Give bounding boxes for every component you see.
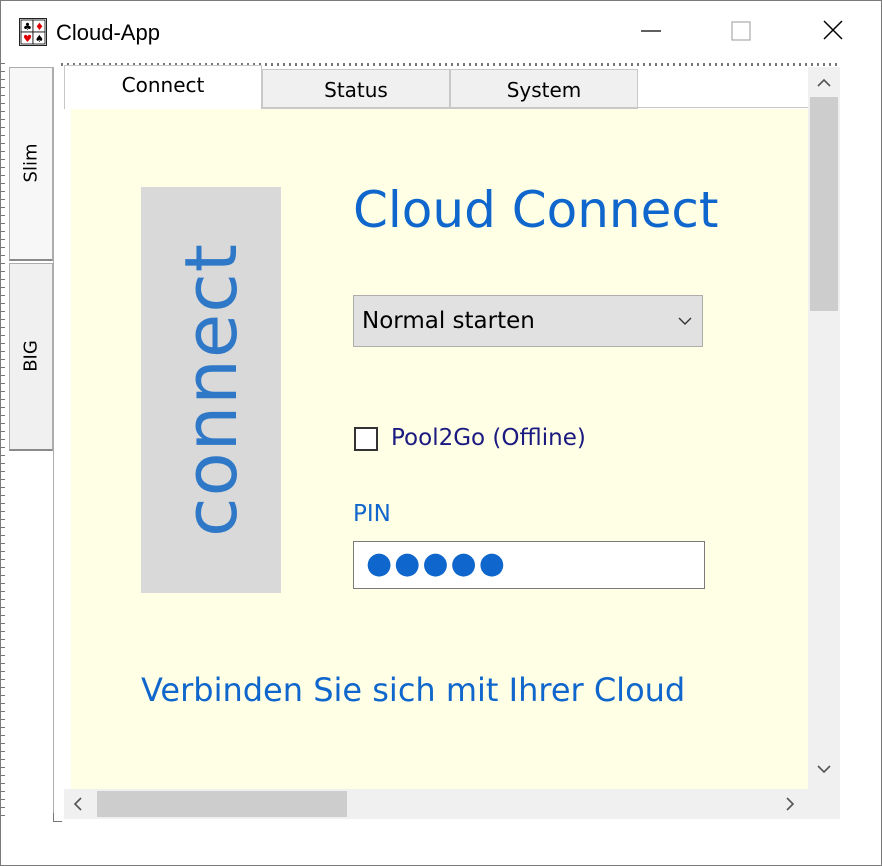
scroll-left-icon[interactable]: [68, 794, 88, 814]
window-title: Cloud-App: [56, 20, 160, 45]
connect-button[interactable]: connect: [141, 187, 281, 593]
scroll-right-icon[interactable]: [780, 794, 800, 814]
tagline: Verbinden Sie sich mit Ihrer Cloud: [141, 671, 686, 709]
pin-input[interactable]: ●●●●●: [353, 541, 705, 589]
tab-strip-border: [262, 107, 808, 108]
connect-page: connect Cloud Connect Normal starten Poo…: [71, 109, 808, 789]
close-button[interactable]: [811, 11, 855, 51]
svg-text:♥: ♥: [23, 34, 32, 45]
offline-checkbox[interactable]: [354, 427, 378, 451]
start-mode-value: Normal starten: [362, 308, 535, 334]
chevron-down-icon: [678, 317, 692, 325]
title-bar[interactable]: ♣ ♦ ♥ ♠ Cloud-App: [1, 1, 881, 63]
maximize-button[interactable]: [719, 11, 763, 51]
vertical-scroll-thumb[interactable]: [810, 97, 838, 311]
side-tab-divider: [53, 67, 54, 819]
resize-grip-icon[interactable]: [53, 813, 62, 822]
side-tab-slim[interactable]: Slim: [9, 67, 53, 261]
page-title: Cloud Connect: [353, 181, 719, 239]
pin-masked-value: ●●●●●: [366, 546, 507, 581]
tab-status[interactable]: Status: [262, 69, 450, 109]
side-tab-label: Slim: [20, 143, 42, 183]
pin-label: PIN: [353, 501, 391, 527]
scroll-down-icon[interactable]: [814, 759, 834, 779]
start-mode-select[interactable]: Normal starten: [353, 295, 703, 347]
playing-cards-icon: ♣ ♦ ♥ ♠: [19, 18, 47, 46]
svg-text:♣: ♣: [23, 22, 32, 33]
connect-button-label: connect: [169, 242, 253, 538]
close-icon: [823, 20, 843, 40]
app-window: ♣ ♦ ♥ ♠ Cloud-App Slim BIG Connect Statu…: [0, 0, 882, 866]
scrollbar-corner: [808, 789, 840, 819]
svg-text:♦: ♦: [35, 22, 44, 33]
maximize-icon: [731, 21, 751, 41]
tab-connect[interactable]: Connect: [64, 65, 262, 109]
offline-checkbox-label[interactable]: Pool2Go (Offline): [391, 425, 586, 451]
tab-system[interactable]: System: [450, 69, 638, 109]
horizontal-scrollbar[interactable]: [64, 789, 808, 819]
minimize-icon: [641, 30, 661, 32]
horizontal-scroll-thumb[interactable]: [97, 791, 347, 817]
design-grid-edge: [1, 63, 5, 823]
side-tab-big[interactable]: BIG: [9, 263, 53, 451]
scroll-up-icon[interactable]: [814, 73, 834, 93]
svg-text:♠: ♠: [35, 34, 44, 45]
vertical-scrollbar[interactable]: [808, 67, 840, 789]
minimize-button[interactable]: [629, 11, 673, 51]
side-tab-label: BIG: [20, 340, 42, 372]
